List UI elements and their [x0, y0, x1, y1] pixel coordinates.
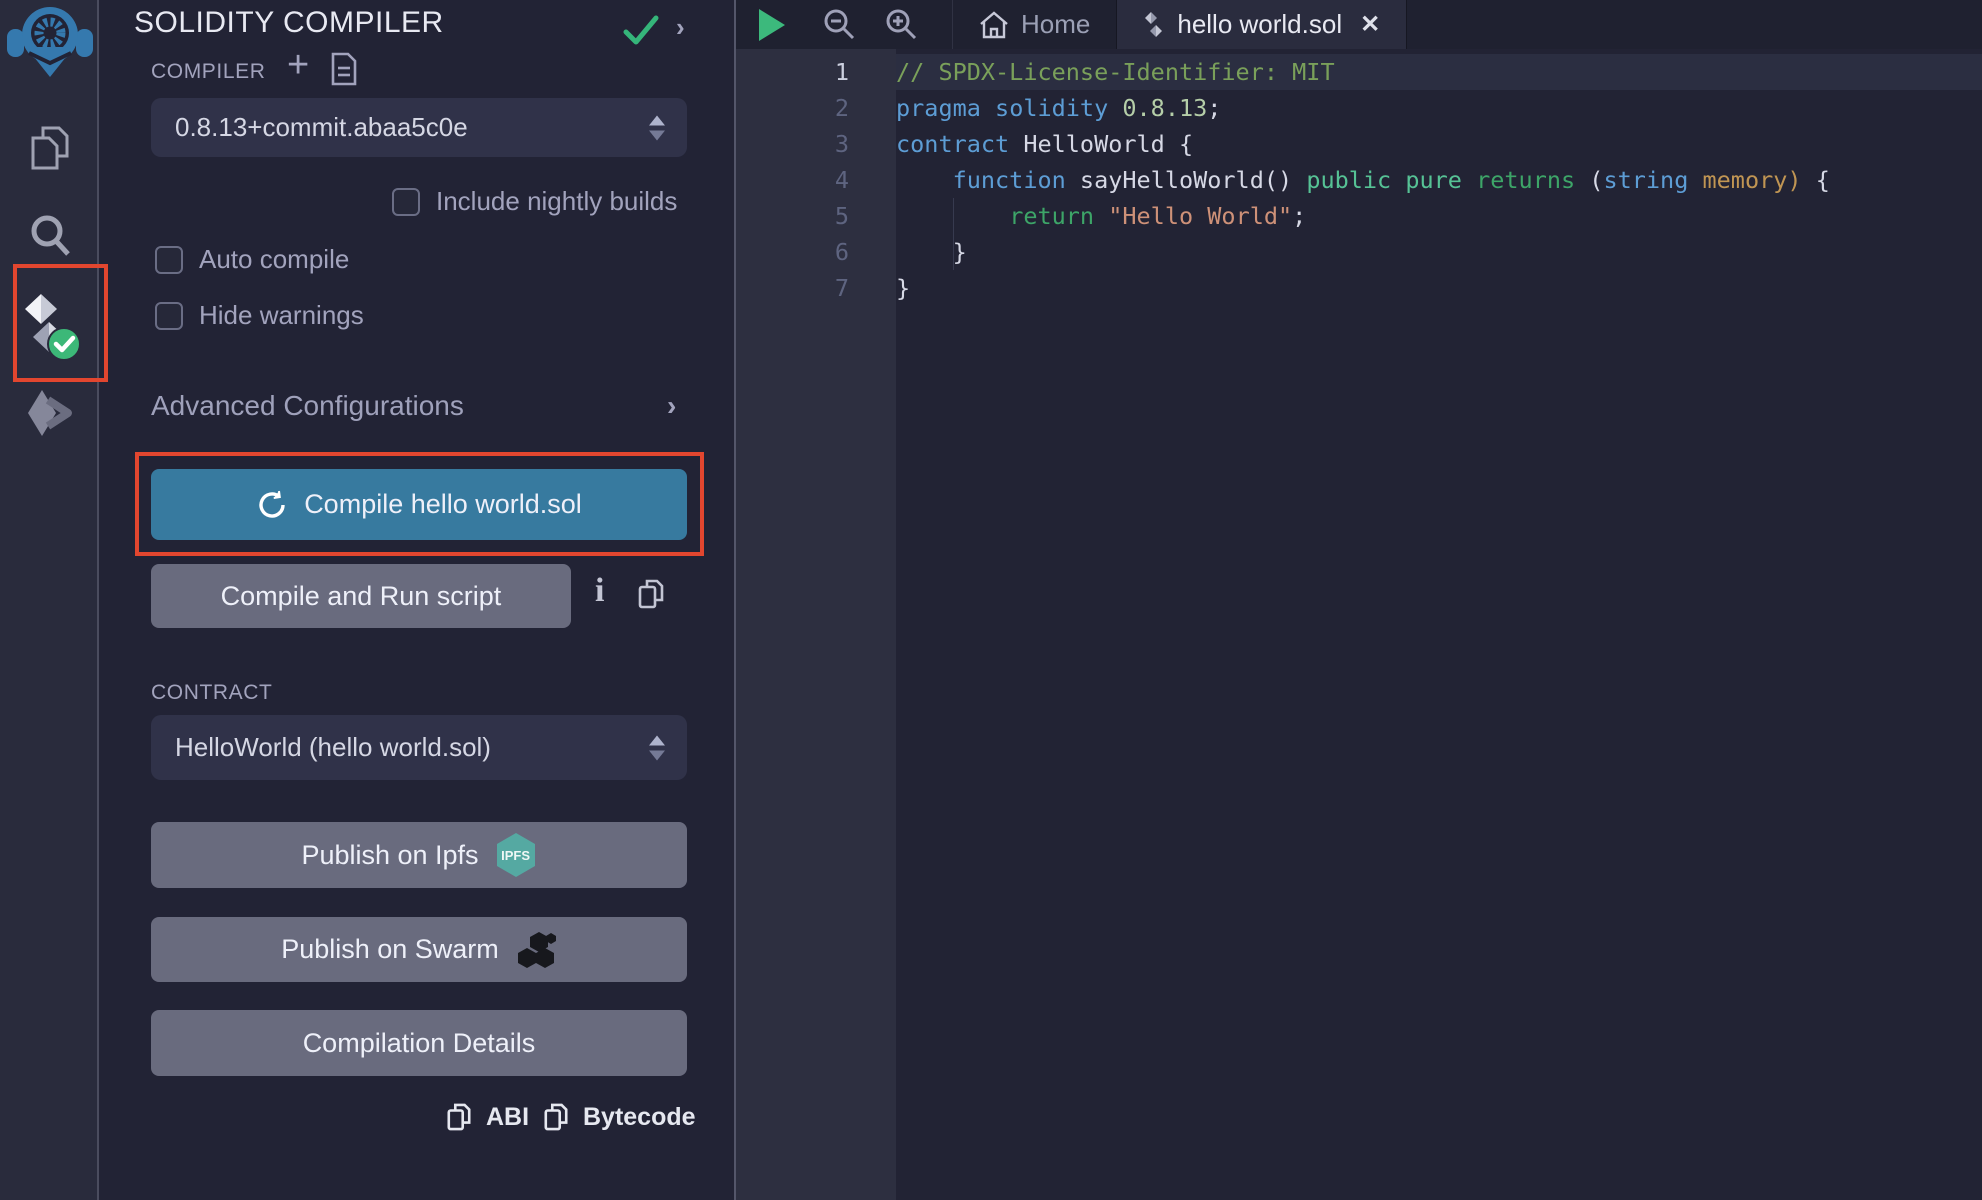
tab-home[interactable]: Home: [952, 0, 1116, 49]
indent-guide: [953, 198, 954, 270]
solidity-compiler-panel: SOLIDITY COMPILER › COMPILER + 0.8.13+co…: [101, 0, 734, 1200]
bytecode-label: Bytecode: [583, 1103, 696, 1132]
code-lines[interactable]: // SPDX-License-Identifier: MITpragma so…: [896, 54, 1830, 306]
line-number: 5: [736, 198, 849, 234]
publish-ipfs-label: Publish on Ipfs: [301, 840, 478, 871]
compile-success-check-icon: [623, 14, 659, 46]
panel-collapse-chevron-icon[interactable]: ›: [676, 12, 685, 43]
code-line[interactable]: }: [896, 270, 1830, 306]
copy-bytecode-button[interactable]: Bytecode: [543, 1102, 696, 1132]
code-line[interactable]: pragma solidity 0.8.13;: [896, 90, 1830, 126]
line-numbers: 1234567: [736, 54, 849, 306]
add-compiler-icon[interactable]: +: [287, 44, 309, 87]
zoom-out-icon: [821, 7, 857, 43]
home-icon: [979, 10, 1009, 40]
line-number: 2: [736, 90, 849, 126]
hide-warnings-checkbox[interactable]: [155, 302, 183, 330]
line-number: 1: [736, 54, 849, 90]
zoom-out-button[interactable]: [808, 0, 870, 49]
publish-swarm-button[interactable]: Publish on Swarm: [151, 917, 687, 982]
zoom-in-icon: [883, 7, 919, 43]
compile-button-label: Compile hello world.sol: [304, 489, 582, 520]
search-icon[interactable]: [0, 210, 99, 262]
code-line[interactable]: }: [896, 234, 1830, 270]
tab-hello-world-sol[interactable]: hello world.sol ✕: [1116, 0, 1407, 49]
run-script-play-button[interactable]: [736, 0, 808, 49]
select-arrows-icon: [649, 115, 665, 140]
hide-warnings-checkbox-row[interactable]: Hide warnings: [155, 300, 364, 331]
advanced-configurations-chevron-icon[interactable]: ›: [667, 390, 676, 422]
code-line[interactable]: // SPDX-License-Identifier: MIT: [896, 54, 1830, 90]
compile-and-run-label: Compile and Run script: [221, 581, 502, 612]
copy-icon: [446, 1102, 472, 1132]
nightly-builds-checkbox[interactable]: [392, 188, 420, 216]
compiler-version-select[interactable]: 0.8.13+commit.abaa5c0e: [151, 98, 687, 157]
deploy-run-icon[interactable]: [0, 386, 99, 440]
run-script-info-icon[interactable]: i: [595, 572, 604, 610]
publish-ipfs-button[interactable]: Publish on Ipfs IPFS: [151, 822, 687, 888]
compiler-config-file-icon[interactable]: [331, 52, 357, 86]
line-number: 6: [736, 234, 849, 270]
copy-script-icon[interactable]: [637, 578, 665, 610]
select-arrows-icon: [649, 735, 665, 760]
editor-tabbar: Home hello world.sol ✕: [736, 0, 1982, 49]
contract-section-label: CONTRACT: [151, 681, 272, 705]
solidity-file-icon: [1143, 11, 1165, 39]
code-line[interactable]: function sayHelloWorld() public pure ret…: [896, 162, 1830, 198]
ipfs-icon: IPFS: [495, 832, 537, 878]
auto-compile-checkbox[interactable]: [155, 246, 183, 274]
compile-button[interactable]: Compile hello world.sol: [151, 469, 687, 540]
editor-area: Home hello world.sol ✕ 1234567 // SPDX-L…: [734, 0, 1982, 1200]
zoom-in-button[interactable]: [870, 0, 932, 49]
solidity-compiler-icon[interactable]: [0, 292, 99, 362]
advanced-configurations-toggle[interactable]: Advanced Configurations: [151, 390, 464, 422]
code-line[interactable]: contract HelloWorld {: [896, 126, 1830, 162]
compile-and-run-button[interactable]: Compile and Run script: [151, 564, 571, 628]
compiler-section-label: COMPILER: [151, 60, 266, 84]
copy-icon: [543, 1102, 569, 1132]
publish-swarm-label: Publish on Swarm: [281, 934, 499, 965]
auto-compile-label: Auto compile: [199, 244, 349, 275]
contract-select[interactable]: HelloWorld (hello world.sol): [151, 715, 687, 780]
file-explorer-icon[interactable]: [0, 122, 99, 174]
refresh-icon: [256, 489, 288, 521]
auto-compile-checkbox-row[interactable]: Auto compile: [155, 244, 349, 275]
nightly-builds-checkbox-row[interactable]: Include nightly builds: [392, 186, 677, 217]
compilation-details-label: Compilation Details: [303, 1028, 536, 1059]
hide-warnings-label: Hide warnings: [199, 300, 364, 331]
abi-label: ABI: [486, 1103, 529, 1132]
nightly-builds-label: Include nightly builds: [436, 186, 677, 217]
line-number: 7: [736, 270, 849, 306]
swarm-icon: [515, 930, 557, 970]
tab-close-icon[interactable]: ✕: [1360, 10, 1380, 39]
compiler-version-value: 0.8.13+commit.abaa5c0e: [175, 112, 468, 143]
line-number: 4: [736, 162, 849, 198]
icon-sidebar: [0, 0, 99, 1200]
compilation-details-button[interactable]: Compilation Details: [151, 1010, 687, 1076]
line-number: 3: [736, 126, 849, 162]
copy-abi-button[interactable]: ABI: [446, 1102, 529, 1132]
panel-title: SOLIDITY COMPILER: [134, 6, 444, 40]
code-line[interactable]: return "Hello World";: [896, 198, 1830, 234]
contract-select-value: HelloWorld (hello world.sol): [175, 732, 491, 763]
play-icon: [759, 9, 785, 41]
remix-logo: [0, 4, 99, 80]
